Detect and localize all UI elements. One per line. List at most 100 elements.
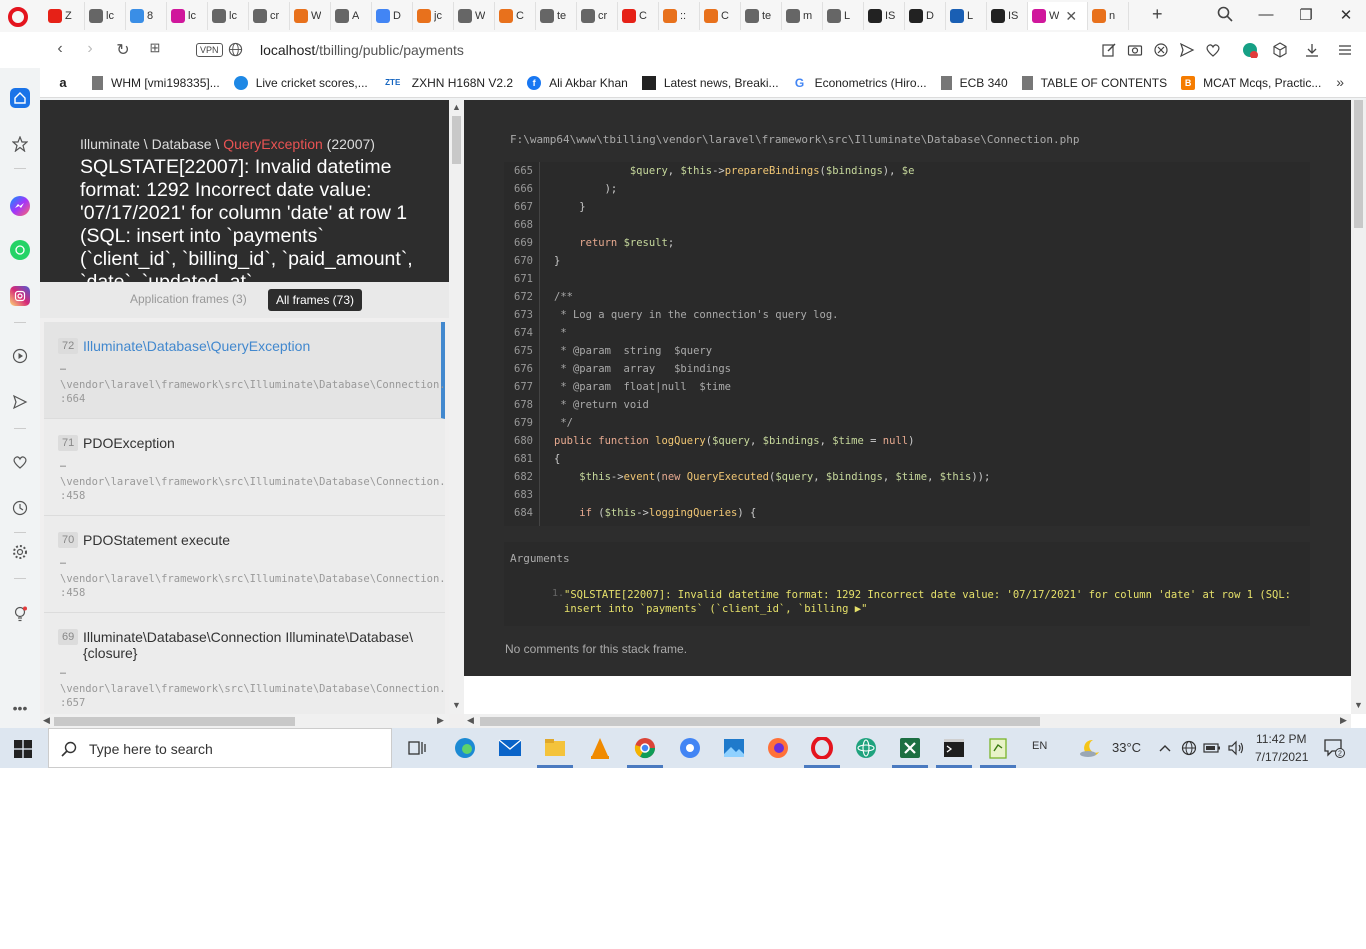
restore-icon[interactable]: ❐ [1296,6,1316,24]
opera-icon[interactable] [804,736,840,768]
all-frames-button[interactable]: All frames (73) [268,289,363,311]
task-view-icon[interactable] [405,736,429,760]
stack-frame[interactable]: 72 Illuminate\Database\QueryException … \ve… [44,322,445,419]
scroll-up-arrow-icon[interactable]: ▲ [452,102,461,112]
battery-icon[interactable] [1200,736,1224,760]
vpn-badge[interactable]: VPN [196,43,223,57]
photos-icon[interactable] [722,736,746,760]
url-field[interactable]: localhost/tbilling/public/payments [260,42,464,58]
vlc-icon[interactable] [588,736,612,760]
scroll-thumb[interactable] [480,717,1040,726]
bookmarks-more-icon[interactable]: » [1336,74,1344,90]
excel-icon[interactable] [892,736,928,768]
left-horizontal-scrollbar[interactable]: ◀ ▶ [40,714,449,728]
bookmark-item[interactable]: B MCAT Mcqs, Practic... [1181,75,1321,90]
opera-logo-icon[interactable] [8,7,28,27]
edit-icon[interactable] [1101,42,1117,58]
mail-icon[interactable] [498,736,522,760]
tab[interactable]: :: [659,2,700,30]
tab[interactable]: C [495,2,536,30]
terminal-icon[interactable] [936,736,972,768]
home-icon[interactable] [10,88,30,108]
network-globe-icon[interactable] [1177,736,1201,760]
bookmark-item[interactable]: WHM [vmi198335]... [92,75,220,90]
edge-icon[interactable] [453,736,477,760]
tabs-grid-icon[interactable]: ⊞ [145,40,165,56]
argument-value[interactable]: "SQLSTATE[22007]: Invalid datetime forma… [564,588,1304,616]
camera-icon[interactable] [1127,42,1143,58]
tab[interactable]: W [290,2,331,30]
tab[interactable]: L [823,2,864,30]
speed-dial-icon[interactable] [10,134,30,154]
tab[interactable]: m [782,2,823,30]
tab[interactable]: lc [167,2,208,30]
right-vertical-scrollbar[interactable]: ▼ [1351,100,1366,714]
close-tab-icon[interactable]: ✕ [1065,8,1077,25]
taskbar-search-box[interactable]: Type here to search [48,728,392,768]
left-vertical-scrollbar[interactable]: ▲ ▼ [449,100,464,714]
instagram-icon[interactable] [10,286,30,306]
more-options-icon[interactable]: ••• [10,698,30,718]
windows-start-icon[interactable] [14,740,32,758]
stack-frame[interactable]: 70 PDOStatement execute … \vendor\laravel\f… [44,516,445,613]
player-icon[interactable] [10,346,30,366]
settings-gear-icon[interactable] [10,542,30,562]
application-frames-button[interactable]: Application frames (3) [130,292,247,306]
language-indicator[interactable]: EN [1032,740,1047,752]
history-icon[interactable] [10,498,30,518]
bookmark-item[interactable]: ZTE ZXHN H168N V2.2 [382,76,513,90]
tab[interactable]: jc [413,2,454,30]
tab[interactable]: W [454,2,495,30]
scroll-thumb[interactable] [452,116,461,164]
firefox-icon[interactable] [766,736,790,760]
bookmarks-heart-icon[interactable] [10,452,30,472]
adblock-icon[interactable] [1153,42,1169,58]
tab[interactable]: A [331,2,372,30]
clock-time[interactable]: 11:42 PM [1256,732,1306,746]
scroll-thumb[interactable] [54,717,295,726]
atom-icon[interactable] [854,736,878,760]
stack-frame[interactable]: 71 PDOException … \vendor\laravel\framework… [44,419,445,516]
tab[interactable]: IS [864,2,905,30]
tab[interactable]: lc [85,2,126,30]
scroll-left-arrow-icon[interactable]: ◀ [467,715,474,726]
bookmark-item[interactable]: Latest news, Breaki... [641,75,779,90]
easy-setup-icon[interactable] [1337,42,1353,58]
tab[interactable]: C [618,2,659,30]
send-icon[interactable] [1179,42,1195,58]
lightbulb-icon[interactable] [10,604,30,624]
tab[interactable]: IS [987,2,1028,30]
tab[interactable]: te [536,2,577,30]
scroll-down-arrow-icon[interactable]: ▼ [452,700,461,710]
scroll-right-arrow-icon[interactable]: ▶ [1340,715,1347,726]
file-explorer-icon[interactable] [537,736,573,768]
temperature[interactable]: 33°C [1112,740,1141,755]
tab[interactable]: cr [249,2,290,30]
clock-date[interactable]: 7/17/2021 [1255,750,1308,764]
notepad-plus-icon[interactable] [980,736,1016,768]
scroll-right-arrow-icon[interactable]: ▶ [437,715,444,726]
scroll-down-arrow-icon[interactable]: ▼ [1354,700,1363,710]
tab-search-icon[interactable] [1217,6,1233,22]
tab[interactable]: lc [208,2,249,30]
notifications-icon[interactable]: 2 [1322,736,1346,760]
bookmark-item[interactable]: f Ali Akbar Khan [527,75,628,90]
bookmark-item[interactable]: TABLE OF CONTENTS [1021,75,1167,90]
download-icon[interactable] [1304,42,1320,58]
extension-avatar-icon[interactable] [1242,42,1258,58]
tab[interactable]: te [741,2,782,30]
new-tab-button[interactable]: + [1152,4,1163,25]
bookmark-item[interactable]: G Econometrics (Hiro... [793,76,927,90]
forward-icon[interactable]: › [80,40,100,58]
messenger-icon[interactable] [10,196,30,216]
heart-icon[interactable] [1205,42,1221,58]
tab[interactable]: C [700,2,741,30]
back-icon[interactable]: ‹ [50,40,70,58]
volume-icon[interactable] [1224,736,1248,760]
tab-active[interactable]: W ✕ [1028,2,1088,30]
chrome-canary-icon[interactable] [678,736,702,760]
tab[interactable]: Z [44,2,85,30]
bookmark-item[interactable]: ECB 340 [940,75,1008,90]
weather-moon-icon[interactable] [1078,736,1102,760]
tray-chevron-up-icon[interactable] [1153,736,1177,760]
